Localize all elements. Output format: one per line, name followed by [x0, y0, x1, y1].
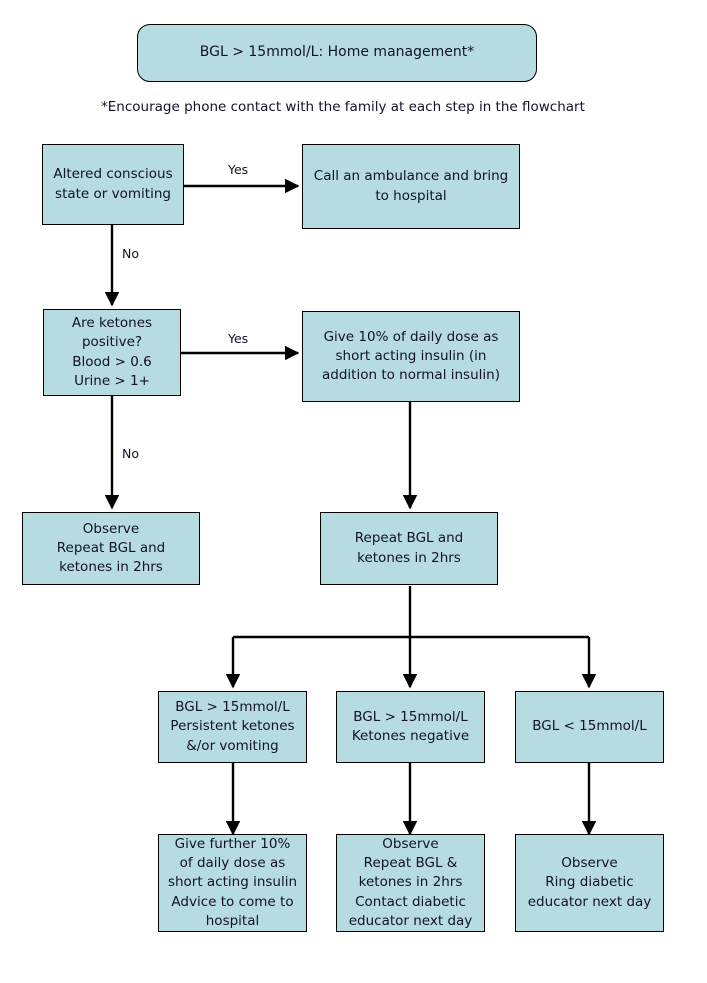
- node-give-10-percent: Give 10% of daily dose as short acting i…: [302, 311, 520, 402]
- node-repeat-bgl-ketones: Repeat BGL and ketones in 2hrs: [320, 512, 498, 585]
- node-branch-high-persistent-ketones: BGL > 15mmol/L Persistent ketones &/or v…: [158, 691, 307, 763]
- node-branch-high-ketones-negative: BGL > 15mmol/L Ketones negative: [336, 691, 485, 763]
- footnote-text: *Encourage phone contact with the family…: [101, 99, 585, 115]
- node-observe-ring-educator: Observe Ring diabetic educator next day: [515, 834, 664, 932]
- node-altered-conscious-state: Altered conscious state or vomiting: [42, 144, 184, 225]
- edge-label-no-ketones: No: [122, 446, 139, 461]
- node-observe-repeat-left: Observe Repeat BGL and ketones in 2hrs: [22, 512, 200, 585]
- node-branch-bgl-low: BGL < 15mmol/L: [515, 691, 664, 763]
- node-are-ketones-positive: Are ketones positive? Blood > 0.6 Urine …: [43, 309, 181, 396]
- node-observe-contact-educator: Observe Repeat BGL & ketones in 2hrs Con…: [336, 834, 485, 932]
- edge-label-no-altered: No: [122, 246, 139, 261]
- node-give-further-10-percent: Give further 10% of daily dose as short …: [158, 834, 307, 932]
- edge-label-yes-altered: Yes: [228, 162, 249, 177]
- edge-label-yes-ketones: Yes: [228, 331, 249, 346]
- flowchart-canvas: BGL > 15mmol/L: Home management* *Encour…: [0, 0, 707, 983]
- node-call-ambulance: Call an ambulance and bring to hospital: [302, 144, 520, 229]
- node-header: BGL > 15mmol/L: Home management*: [137, 24, 537, 82]
